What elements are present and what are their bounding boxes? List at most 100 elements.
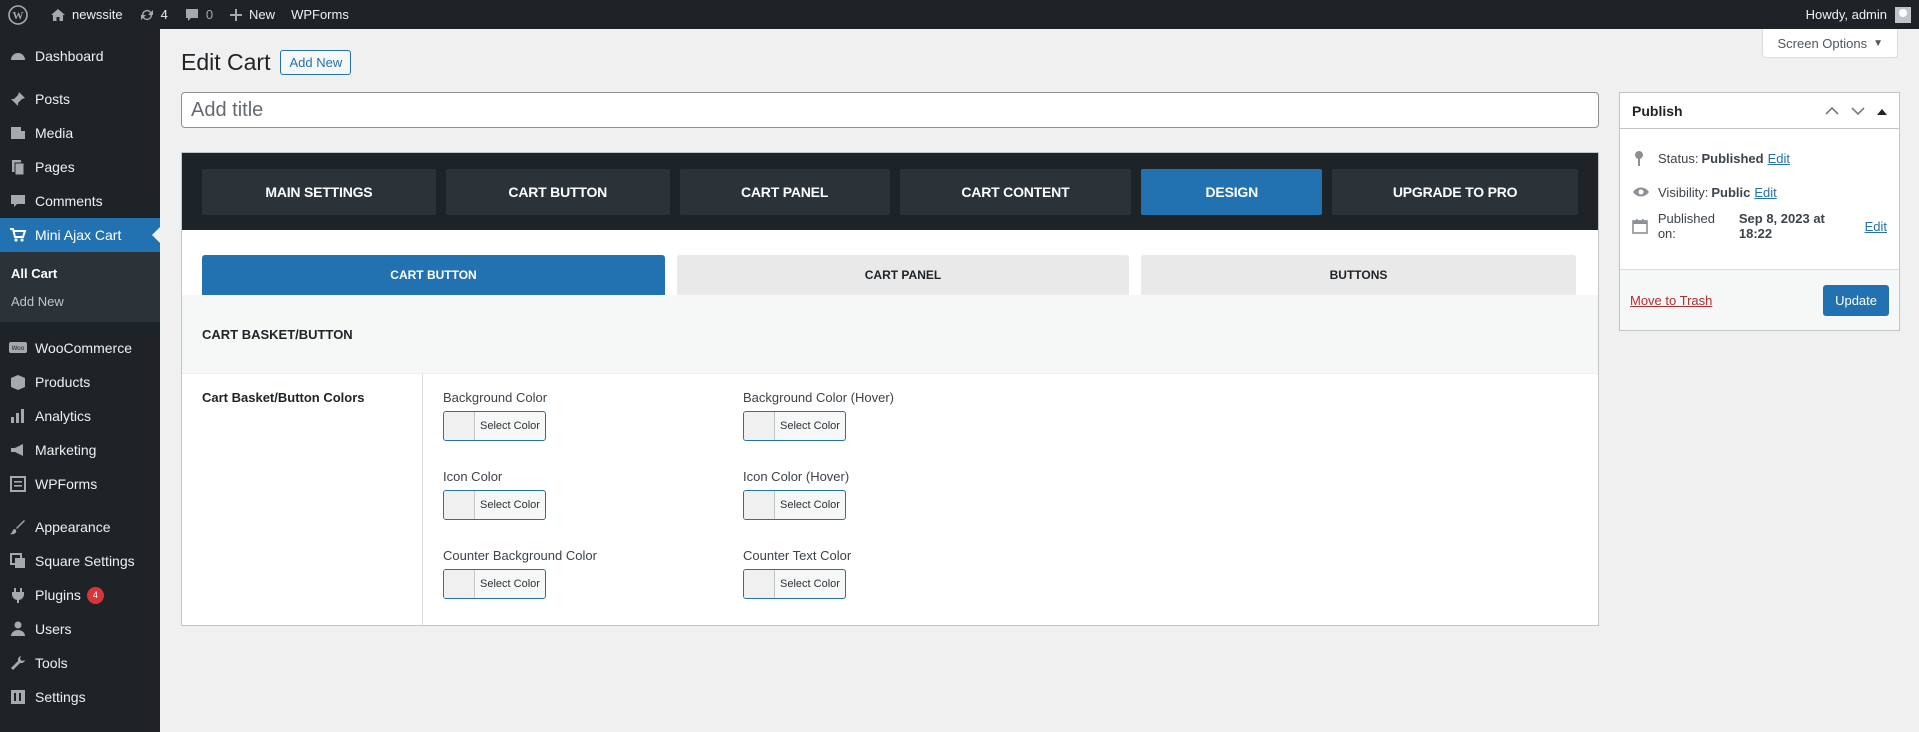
sidebar-item-dashboard[interactable]: Dashboard: [0, 39, 160, 73]
comment-bubble-icon: [184, 7, 200, 23]
updates-icon: [139, 7, 155, 23]
sidebar-item-woocommerce[interactable]: Woo WooCommerce: [0, 331, 160, 365]
design-sub-tabs: CART BUTTON CART PANEL BUTTONS: [182, 230, 1598, 295]
row-label: Cart Basket/Button Colors: [182, 374, 423, 627]
wpforms-link[interactable]: WPForms: [283, 0, 357, 29]
color-picker-button[interactable]: Select Color: [443, 411, 546, 441]
status-line: Status: Published Edit: [1632, 141, 1887, 175]
sidebar-item-media[interactable]: Media: [0, 116, 160, 150]
color-fields: Background Color Select Color Background…: [423, 374, 1063, 627]
howdy-text: Howdy, admin: [1805, 7, 1887, 22]
sidebar-item-settings[interactable]: Settings: [0, 680, 160, 714]
sidebar-item-comments[interactable]: Comments: [0, 184, 160, 218]
field-icon-color-hover: Icon Color (Hover) Select Color: [743, 469, 1043, 532]
field-counter-background-color: Counter Background Color Select Color: [443, 548, 743, 611]
sidebar-item-marketing[interactable]: Marketing: [0, 433, 160, 467]
publish-actions: Move to Trash Update: [1620, 269, 1899, 330]
comments-link[interactable]: 0: [176, 0, 221, 29]
pages-icon: [8, 157, 28, 177]
sidebar-item-users[interactable]: Users: [0, 612, 160, 646]
published-date-line: Published on: Sep 8, 2023 at 18:22 Edit: [1632, 209, 1887, 243]
caret-down-icon: ▼: [1873, 37, 1883, 49]
sidebar-item-pages[interactable]: Pages: [0, 150, 160, 184]
comments-icon: [8, 191, 28, 211]
move-down-icon[interactable]: [1851, 103, 1865, 119]
sidebar-item-products[interactable]: Products: [0, 365, 160, 399]
sidebar-item-mini-ajax-cart[interactable]: Mini Ajax Cart: [0, 218, 160, 252]
color-swatch: [744, 570, 775, 598]
eye-icon: [1632, 186, 1650, 198]
post-title-input[interactable]: Add title: [181, 92, 1599, 128]
calendar-icon: [1632, 218, 1650, 234]
woo-icon: Woo: [8, 338, 28, 358]
tab-design[interactable]: DESIGN: [1141, 168, 1323, 215]
update-button[interactable]: Update: [1823, 284, 1889, 316]
updates-count: 4: [160, 7, 168, 22]
svg-text:W: W: [13, 10, 24, 22]
plugins-update-badge: 4: [86, 586, 104, 604]
subtab-buttons[interactable]: BUTTONS: [1141, 255, 1576, 295]
move-up-icon[interactable]: [1825, 103, 1839, 119]
color-swatch: [744, 412, 775, 440]
settings-squares-icon: [8, 551, 28, 571]
wpforms-label: WPForms: [291, 7, 349, 22]
plug-icon: [8, 585, 28, 605]
dashboard-icon: [8, 46, 28, 66]
sidebar-item-square-settings[interactable]: Square Settings: [0, 544, 160, 578]
tab-cart-content[interactable]: CART CONTENT: [899, 168, 1132, 215]
edit-status-link[interactable]: Edit: [1768, 151, 1790, 166]
tab-main-settings[interactable]: MAIN SETTINGS: [202, 168, 436, 215]
add-new-button[interactable]: Add New: [280, 50, 352, 75]
section-heading: CART BASKET/BUTTON: [182, 295, 1598, 374]
submenu-add-new[interactable]: Add New: [0, 287, 160, 315]
publish-box: Publish Status: Published Edit Visibilit…: [1619, 92, 1900, 331]
sidebar-item-tools[interactable]: Tools: [0, 646, 160, 680]
sidebar-item-posts[interactable]: Posts: [0, 82, 160, 116]
sidebar-item-plugins[interactable]: Plugins 4: [0, 578, 160, 612]
main-tabs: MAIN SETTINGS CART BUTTON CART PANEL CAR…: [182, 153, 1598, 230]
cart-submenu: All Cart Add New: [0, 252, 160, 322]
new-content-link[interactable]: New: [221, 0, 283, 29]
publish-title: Publish: [1632, 102, 1683, 119]
site-name-link[interactable]: newssite: [42, 0, 131, 29]
avatar: [1895, 6, 1911, 23]
color-picker-button[interactable]: Select Color: [443, 490, 546, 520]
field-background-color-hover: Background Color (Hover) Select Color: [743, 390, 1043, 453]
sidebar-item-analytics[interactable]: Analytics: [0, 399, 160, 433]
my-account[interactable]: Howdy, admin: [1805, 6, 1919, 23]
color-picker-button[interactable]: Select Color: [443, 569, 546, 599]
title-placeholder: Add title: [191, 98, 264, 121]
wordpress-logo[interactable]: W: [0, 0, 42, 29]
updates-link[interactable]: 4: [131, 0, 176, 29]
plus-icon: [229, 8, 243, 22]
media-icon: [8, 123, 28, 143]
screen-options-button[interactable]: Screen Options ▼: [1762, 29, 1898, 58]
edit-visibility-link[interactable]: Edit: [1754, 185, 1776, 200]
settings-icon: [8, 687, 28, 707]
sidebar-item-wpforms[interactable]: WPForms: [0, 467, 160, 501]
subtab-cart-button[interactable]: CART BUTTON: [202, 255, 665, 295]
subtab-cart-panel[interactable]: CART PANEL: [677, 255, 1129, 295]
submenu-all-cart[interactable]: All Cart: [0, 259, 160, 287]
field-icon-color: Icon Color Select Color: [443, 469, 743, 532]
field-background-color: Background Color Select Color: [443, 390, 743, 453]
sidebar-item-appearance[interactable]: Appearance: [0, 510, 160, 544]
visibility-line: Visibility: Public Edit: [1632, 175, 1887, 209]
user-icon: [8, 619, 28, 639]
tab-cart-panel[interactable]: CART PANEL: [679, 168, 890, 215]
page-title: Edit Cart: [181, 49, 271, 75]
color-swatch: [444, 570, 475, 598]
tab-cart-button[interactable]: CART BUTTON: [445, 168, 670, 215]
color-picker-button[interactable]: Select Color: [743, 569, 846, 599]
collapse-toggle-icon[interactable]: [1877, 103, 1887, 119]
cart-settings-panel: MAIN SETTINGS CART BUTTON CART PANEL CAR…: [181, 152, 1599, 627]
publish-body: Status: Published Edit Visibility: Publi…: [1620, 129, 1899, 243]
color-picker-button[interactable]: Select Color: [743, 490, 846, 520]
color-picker-button[interactable]: Select Color: [743, 411, 846, 441]
colors-row: Cart Basket/Button Colors Background Col…: [182, 374, 1598, 627]
edit-date-link[interactable]: Edit: [1865, 219, 1887, 234]
forms-icon: [8, 474, 28, 494]
field-counter-text-color: Counter Text Color Select Color: [743, 548, 1043, 611]
tab-upgrade-to-pro[interactable]: UPGRADE TO PRO: [1332, 168, 1578, 215]
move-to-trash-link[interactable]: Move to Trash: [1630, 293, 1712, 308]
